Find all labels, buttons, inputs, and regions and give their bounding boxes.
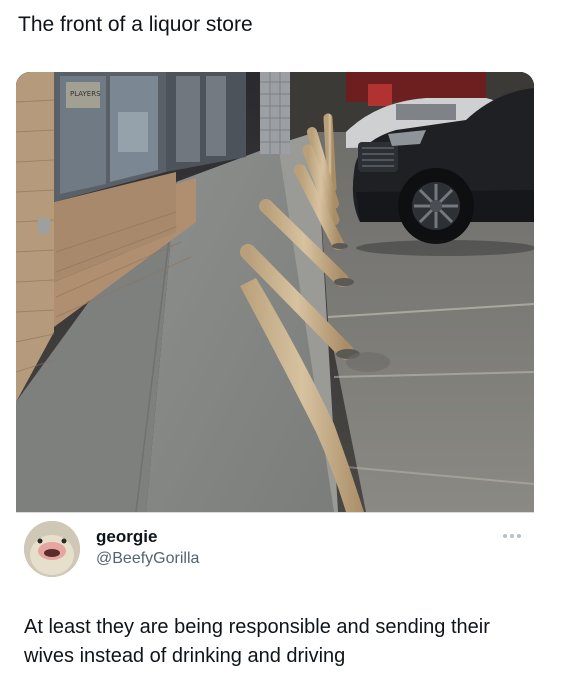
display-name[interactable]: georgie bbox=[96, 527, 157, 547]
more-horizontal-icon[interactable] bbox=[500, 531, 524, 541]
user-handle[interactable]: @BeefyGorilla bbox=[96, 549, 199, 569]
avatar[interactable] bbox=[24, 521, 80, 577]
storefront-photo[interactable]: PLAYERS bbox=[16, 72, 534, 512]
tweet-card[interactable]: georgie @BeefyGorilla At least they are … bbox=[16, 513, 534, 679]
post-caption: The front of a liquor store bbox=[18, 13, 253, 36]
storefront-sign-text: PLAYERS bbox=[70, 90, 101, 98]
tweet-text: At least they are being responsible and … bbox=[24, 616, 490, 667]
